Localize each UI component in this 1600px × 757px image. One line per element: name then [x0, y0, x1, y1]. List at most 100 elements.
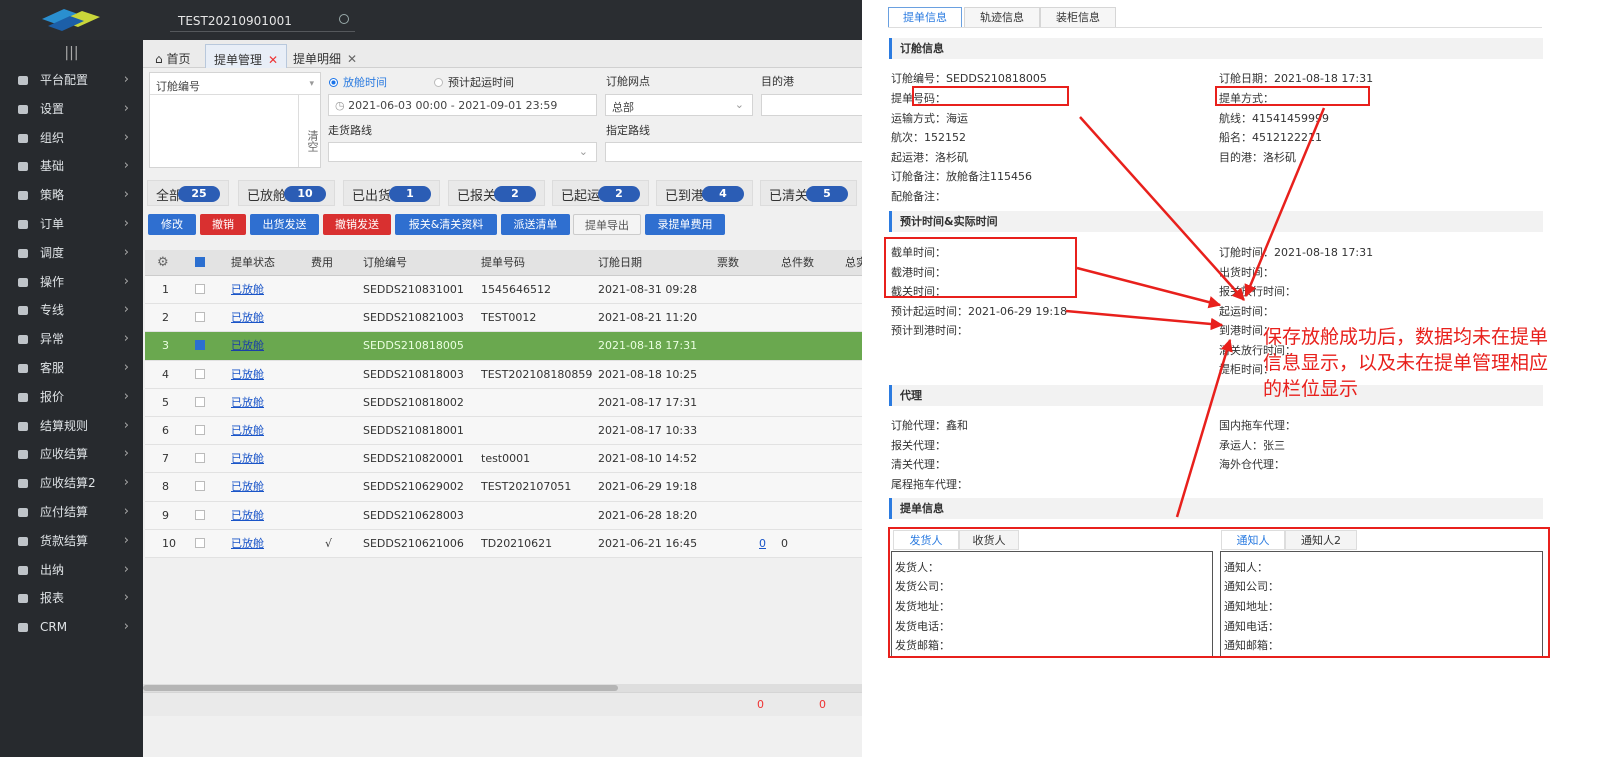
sidebar-item[interactable]: 客服 › [0, 354, 143, 383]
status-link[interactable]: 已放舱 [231, 424, 264, 437]
status-link[interactable]: 已放舱 [231, 480, 264, 493]
action-button-7[interactable]: 录提单费用 [645, 214, 725, 235]
status-link[interactable]: 已放舱 [231, 396, 264, 409]
status-link[interactable]: 已放舱 [231, 537, 264, 550]
status-link[interactable]: 已放舱 [231, 283, 264, 296]
action-button-2[interactable]: 出货发送 [250, 214, 319, 235]
annotation-note: 保存放舱成功后，数据均未在提单信息显示，以及未在提单管理相应的栏位显示 [1263, 326, 1549, 400]
table-row[interactable]: 6 已放舱 SEDDS210818001 2021-08-17 10:33 [145, 416, 885, 446]
tab-track-info[interactable]: 轨迹信息 [964, 7, 1040, 28]
action-button-3[interactable]: 撤销发送 [323, 214, 391, 235]
table-row[interactable]: 10 已放舱 √ SEDDS210621006 TD20210621 2021-06-21… [145, 529, 885, 558]
row-checkbox[interactable] [195, 368, 205, 379]
row-checkbox[interactable] [195, 312, 205, 323]
sidebar-item[interactable]: 应收结算2 › [0, 469, 143, 498]
assigned-route-select[interactable] [605, 142, 885, 162]
route-select[interactable]: ⌄ [328, 142, 597, 162]
sidebar-item[interactable]: CRM › [0, 613, 143, 642]
tab-bl-info[interactable]: 提单信息 [888, 7, 962, 28]
sidebar-item[interactable]: 出纳 › [0, 556, 143, 585]
table-row[interactable]: 4 已放舱 SEDDS210818003 TEST202108180859 2021-0… [145, 360, 885, 389]
table-cell: 1545646512 [481, 283, 551, 296]
sidebar-item[interactable]: 策略 › [0, 181, 143, 210]
status-filter-5[interactable]: 已到港 4 [656, 180, 753, 206]
booking-point-select[interactable]: 总部 ⌄ [605, 94, 753, 116]
status-filter-2[interactable]: 已出货 1 [343, 180, 440, 206]
radio-release-time[interactable] [329, 78, 338, 87]
account-selector[interactable]: TEST20210901001 [170, 8, 355, 32]
scrollbar-thumb[interactable] [143, 685, 618, 691]
table-row[interactable]: 3 已放舱 SEDDS210818005 2021-08-18 17:31 [145, 332, 885, 361]
tab-container-info[interactable]: 装柜信息 [1040, 7, 1116, 28]
table-row[interactable]: 9 已放舱 SEDDS210628003 2021-06-28 18:20 [145, 501, 885, 530]
table-cell: SEDDS210818001 [363, 423, 464, 437]
column-header[interactable]: 订舱日期 [598, 250, 715, 275]
tickets-link[interactable]: 0 [759, 537, 766, 550]
status-filter-0[interactable]: 全部 25 [147, 180, 229, 206]
action-button-1[interactable]: 撤销 [200, 214, 246, 235]
row-checkbox[interactable] [195, 509, 205, 520]
booking-no-textarea[interactable]: 订舱编号 清空 ▾ [149, 72, 321, 168]
sidebar-item[interactable]: 订单 › [0, 210, 143, 239]
status-link[interactable]: 已放舱 [231, 509, 264, 522]
row-checkbox[interactable] [195, 284, 205, 294]
status-filter-3[interactable]: 已报关 2 [448, 180, 545, 206]
status-link[interactable]: 已放舱 [231, 339, 264, 352]
action-button-5[interactable]: 派送清单 [501, 214, 570, 235]
sidebar-item[interactable]: 结算规则 › [0, 412, 143, 441]
action-button-6[interactable]: 提单导出 [573, 214, 641, 235]
column-header[interactable]: 提单状态 [231, 250, 309, 275]
table-row[interactable]: 8 已放舱 SEDDS210629002 TEST202107051 2021-06-2… [145, 473, 885, 502]
sidebar-item[interactable]: 报表 › [0, 584, 143, 613]
column-header[interactable]: 费用 [311, 250, 361, 275]
sidebar-item[interactable]: 应收结算 › [0, 440, 143, 469]
status-link[interactable]: 已放舱 [231, 311, 264, 324]
sidebar-item[interactable]: 设置 › [0, 95, 143, 124]
sidebar-item[interactable]: 报价 › [0, 383, 143, 412]
sidebar-item[interactable]: 基础 › [0, 152, 143, 181]
sidebar-item[interactable]: 货款结算 › [0, 527, 143, 556]
table-row[interactable]: 7 已放舱 SEDDS210820001 test0001 2021-08-10 14:… [145, 445, 885, 474]
tab-home[interactable]: ⌂ 首页 [147, 44, 198, 68]
row-checkbox[interactable] [195, 424, 205, 435]
sidebar-item[interactable]: 专线 › [0, 296, 143, 325]
column-settings-icon[interactable]: ⚙ [157, 250, 193, 275]
time-radio-group[interactable]: 放舱时间 预计起运时间 [329, 74, 514, 90]
column-header[interactable]: 票数 [717, 250, 779, 275]
action-button-4[interactable]: 报关&清关资料 [395, 214, 497, 235]
table-row[interactable]: 1 已放舱 SEDDS210831001 1545646512 2021-08-31 0… [145, 276, 885, 305]
date-range-input[interactable]: ◷ 2021-06-03 00:00 - 2021-09-01 23:59 [328, 94, 597, 116]
radio-est-departure[interactable] [434, 78, 443, 87]
status-filter-1[interactable]: 已放舱 10 [238, 180, 335, 206]
close-icon[interactable]: ✕ [347, 52, 357, 66]
row-checkbox[interactable] [195, 396, 205, 407]
tab-bl-detail[interactable]: 提单明细 ✕ [285, 44, 365, 68]
action-button-0[interactable]: 修改 [148, 214, 196, 235]
sidebar-item[interactable]: 操作 › [0, 268, 143, 297]
row-checkbox[interactable] [195, 340, 205, 351]
column-header[interactable]: 提单号码 [481, 250, 596, 275]
table-row[interactable]: 2 已放舱 SEDDS210821003 TEST0012 2021-08-21 11:… [145, 304, 885, 333]
select-all-checkbox[interactable] [195, 250, 235, 275]
sidebar-item[interactable]: 异常 › [0, 325, 143, 354]
horizontal-scrollbar[interactable] [143, 684, 885, 692]
status-link[interactable]: 已放舱 [231, 452, 264, 465]
row-checkbox[interactable] [195, 537, 205, 548]
status-filter-6[interactable]: 已清关 5 [760, 180, 857, 206]
column-header[interactable]: 总件数 [781, 250, 843, 275]
status-filter-4[interactable]: 已起运 2 [552, 180, 649, 206]
close-icon[interactable]: ✕ [268, 53, 278, 67]
sidebar-item[interactable]: 调度 › [0, 239, 143, 268]
clear-button[interactable]: 清空 [298, 95, 320, 167]
sidebar-item[interactable]: 应付结算 › [0, 498, 143, 527]
sidebar-item[interactable]: 组织 › [0, 124, 143, 153]
status-link[interactable]: 已放舱 [231, 368, 264, 381]
menu-toggle-icon[interactable]: ||| [0, 40, 143, 66]
table-row[interactable]: 5 已放舱 SEDDS210818002 2021-08-17 17:31 [145, 388, 885, 417]
column-header[interactable]: 订舱编号 [363, 250, 479, 275]
search-icon[interactable] [339, 14, 349, 24]
row-checkbox[interactable] [195, 481, 205, 492]
sidebar-item[interactable]: 平台配置 › [0, 66, 143, 95]
row-checkbox[interactable] [195, 453, 205, 464]
tab-bl-management[interactable]: 提单管理 ✕ [205, 44, 288, 68]
